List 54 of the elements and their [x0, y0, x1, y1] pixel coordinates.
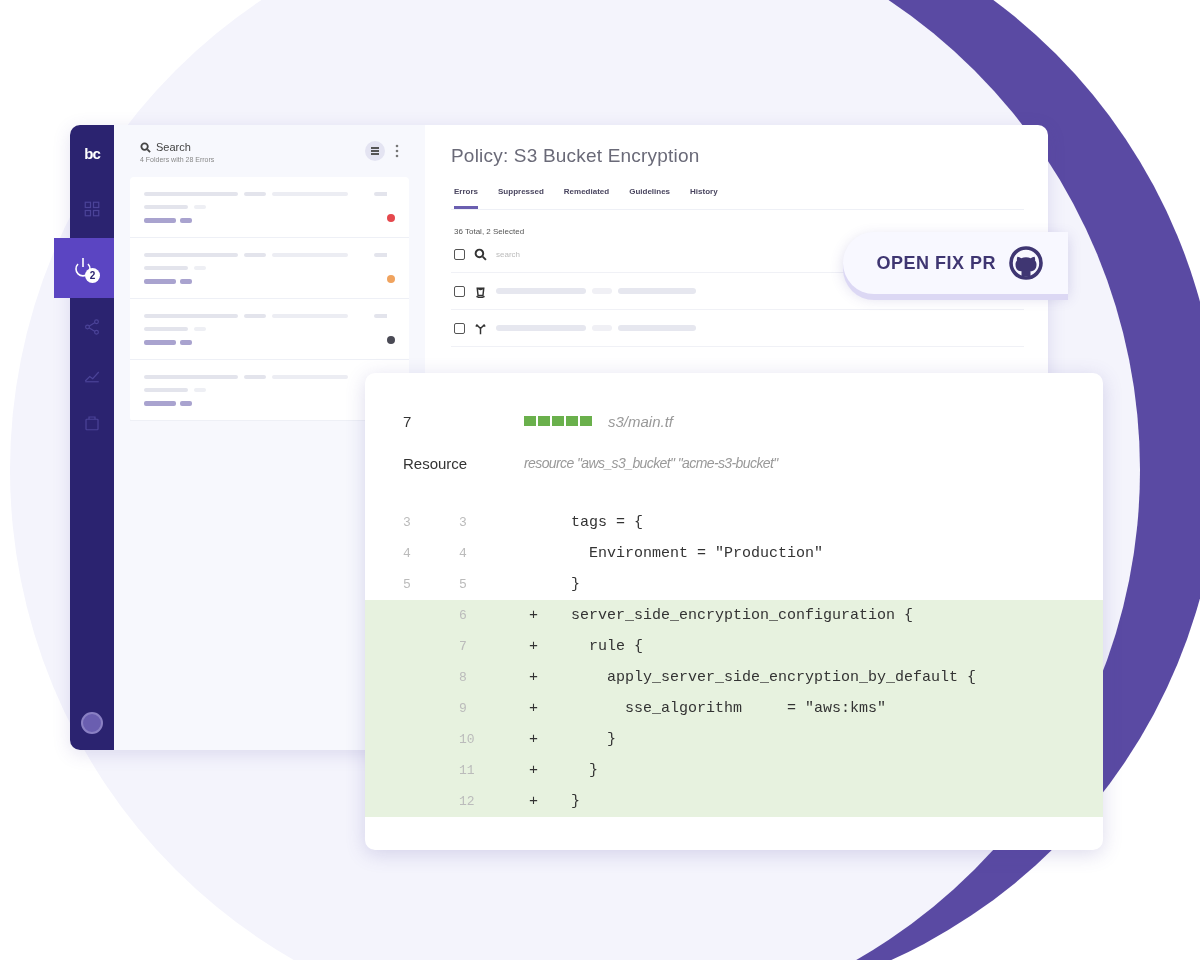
search-icon	[474, 247, 487, 261]
code-text: apply_server_side_encryption_by_default {	[606, 669, 977, 686]
branch-icon	[474, 321, 487, 335]
code-text: }	[588, 762, 598, 779]
code-text: }	[571, 793, 580, 810]
line-number: 5	[459, 577, 467, 592]
code-text: rule {	[588, 638, 643, 655]
tab[interactable]: Errors	[454, 187, 478, 209]
severity-bar-icon	[524, 416, 592, 426]
list-view-button[interactable]	[365, 141, 385, 161]
sidebar-item[interactable]: 2	[54, 238, 114, 298]
diff-marker: +	[529, 700, 538, 717]
diff-marker: +	[529, 638, 538, 655]
code-text: }	[571, 576, 580, 593]
line-number: 4	[459, 546, 467, 561]
code-text: sse_algorithm = "aws:kms"	[624, 700, 887, 717]
bag-icon	[83, 414, 101, 432]
file-path: s3/main.tf	[608, 412, 674, 430]
line-number: 5	[403, 577, 411, 592]
tab[interactable]: Guidelines	[629, 187, 671, 209]
checkbox[interactable]	[454, 248, 465, 260]
list-icon	[370, 146, 380, 156]
more-menu-icon[interactable]	[395, 144, 399, 158]
checkbox[interactable]	[454, 322, 465, 334]
diff-marker: +	[529, 793, 538, 810]
code-text: }	[606, 731, 616, 748]
resource-declaration: resource "aws_s3_bucket" "acme-s3-bucket"	[524, 455, 778, 471]
search-icon	[140, 141, 151, 153]
checkbox[interactable]	[454, 285, 465, 297]
logo[interactable]: bc	[84, 145, 100, 162]
line-number: 3	[403, 515, 411, 530]
code-text: server_side_encryption_configuration {	[571, 607, 914, 624]
line-number: 3	[459, 515, 467, 530]
code-text: Environment = "Production"	[588, 545, 824, 562]
policy-title: Policy: S3 Bucket Encryption	[451, 145, 701, 167]
share-icon	[83, 318, 101, 336]
cat-logo-icon	[1008, 245, 1044, 281]
diff-marker: +	[529, 762, 538, 779]
line-number: 4	[403, 546, 411, 561]
error-count: 7	[403, 412, 413, 430]
search-field[interactable]: search	[496, 248, 530, 260]
avatar[interactable]	[81, 712, 103, 734]
code-text: tags = {	[571, 514, 643, 531]
search-field[interactable]: Search	[140, 141, 215, 153]
diff-marker: +	[529, 731, 538, 748]
grid-icon	[83, 200, 101, 218]
diff-marker: +	[529, 669, 538, 686]
count-badge: 2	[85, 268, 100, 283]
tab[interactable]: Suppressed	[498, 187, 544, 209]
resource-label: Resource	[403, 454, 469, 472]
tab[interactable]: Remediated	[563, 187, 610, 209]
diff-marker: +	[529, 607, 538, 624]
selection-summary: 36 Total, 2 Selected	[454, 227, 526, 236]
tab[interactable]: History	[690, 187, 718, 209]
